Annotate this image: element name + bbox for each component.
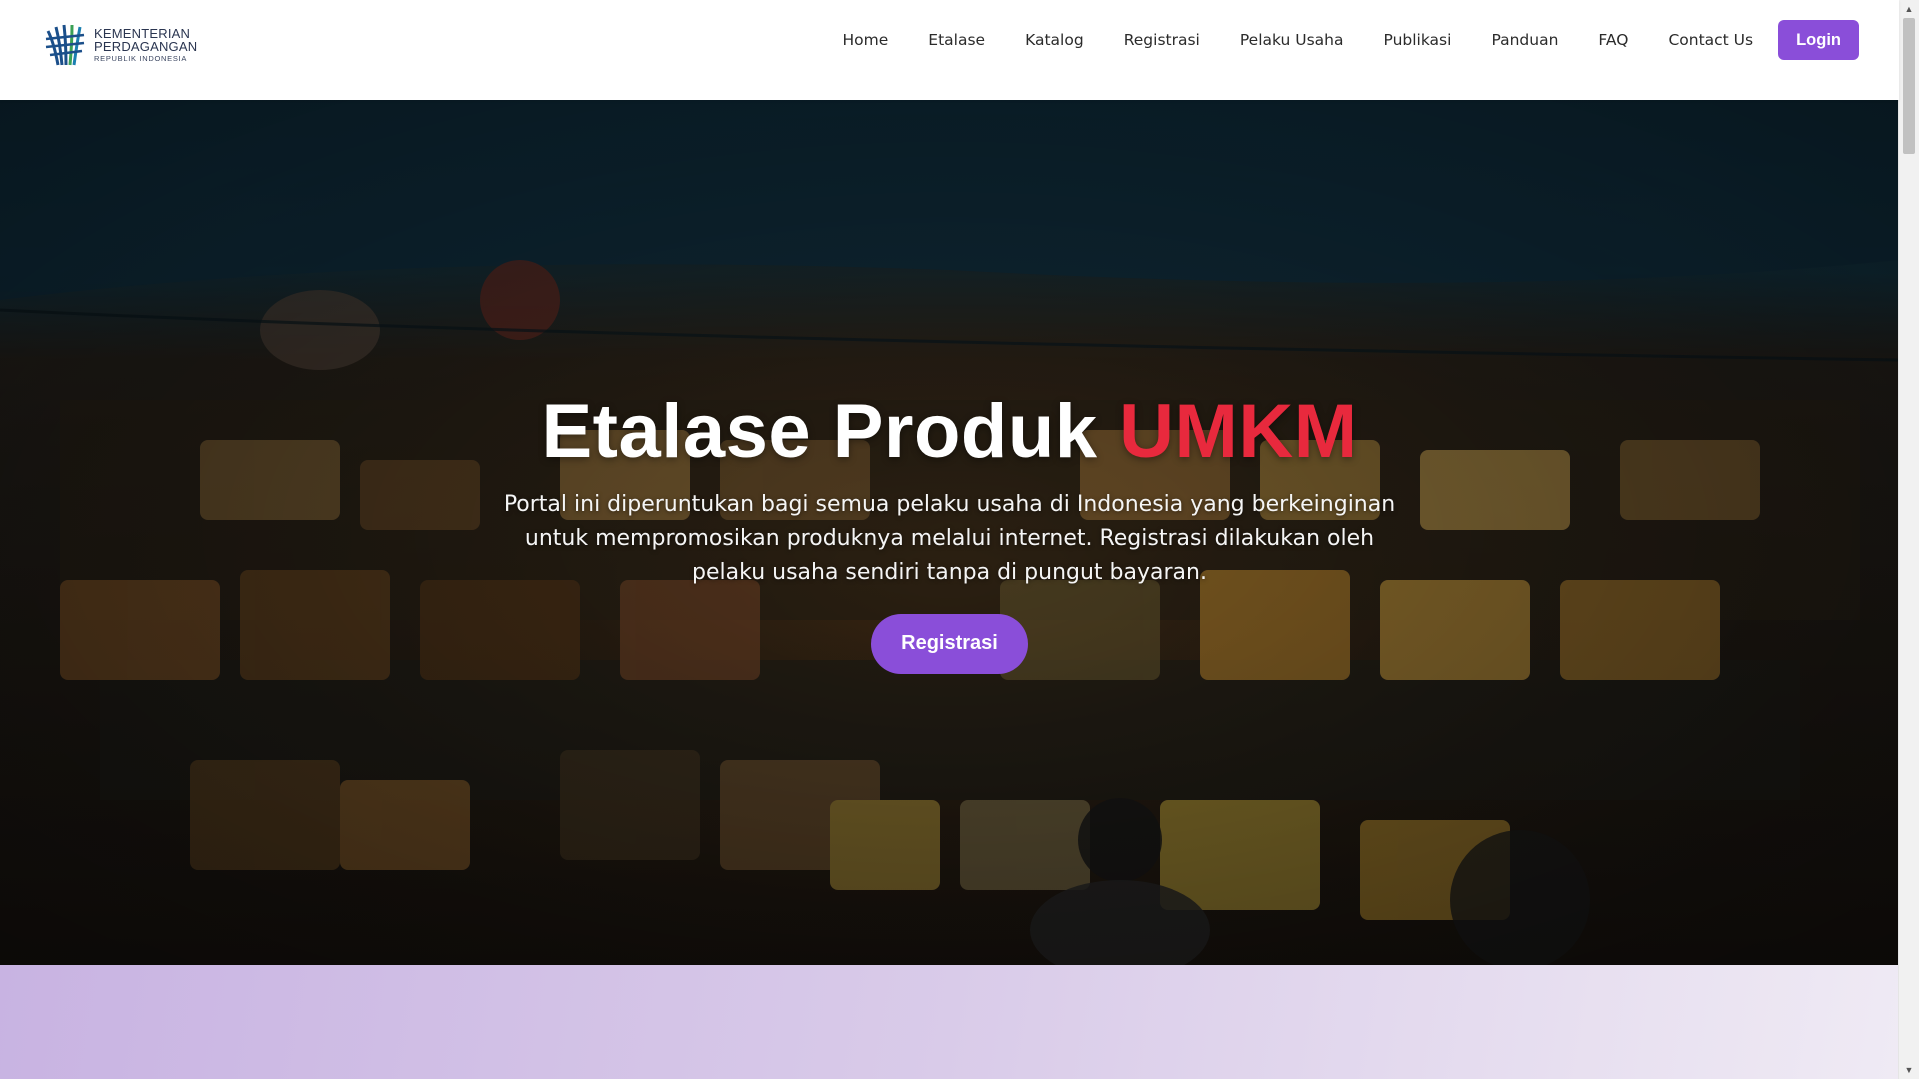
registrasi-cta-button[interactable]: Registrasi [871, 613, 1028, 674]
nav-faq[interactable]: FAQ [1598, 31, 1628, 49]
nav-publikasi[interactable]: Publikasi [1384, 31, 1452, 49]
nav-panduan[interactable]: Panduan [1491, 31, 1558, 49]
nav-registrasi[interactable]: Registrasi [1124, 31, 1200, 49]
scroll-up-arrow-icon[interactable]: ▲ [1899, 2, 1919, 16]
site-header: KEMENTERIAN PERDAGANGAN REPUBLIK INDONES… [0, 0, 1899, 100]
nav-home[interactable]: Home [843, 31, 889, 49]
nav-katalog[interactable]: Katalog [1025, 31, 1084, 49]
ministry-logo[interactable]: KEMENTERIAN PERDAGANGAN REPUBLIK INDONES… [44, 20, 204, 70]
nav-etalase[interactable]: Etalase [928, 31, 985, 49]
hero-title-main: Etalase Produk [541, 389, 1098, 474]
nav-pelaku-usaha[interactable]: Pelaku Usaha [1240, 31, 1344, 49]
logo-text-line2: PERDAGANGAN [94, 39, 198, 55]
scroll-thumb[interactable] [1903, 18, 1915, 154]
login-button[interactable]: Login [1778, 20, 1859, 60]
logo-text-line3: REPUBLIK INDONESIA [94, 54, 188, 64]
main-nav: Home Etalase Katalog Registrasi Pelaku U… [803, 20, 1859, 60]
hero-title: Etalase Produk UMKM [0, 390, 1899, 474]
next-section-band [0, 965, 1899, 1079]
ministry-emblem-icon [45, 24, 85, 66]
scroll-down-arrow-icon[interactable]: ▼ [1899, 1063, 1919, 1077]
hero-description: Portal ini diperuntukan bagi semua pelak… [503, 491, 1396, 585]
hero-content: Etalase Produk UMKM Portal ini diperuntu… [0, 390, 1899, 674]
page-scrollbar[interactable]: ▲ ▼ [1898, 0, 1919, 1079]
hero-section: Etalase Produk UMKM Portal ini diperuntu… [0, 100, 1899, 965]
nav-contact-us[interactable]: Contact Us [1668, 31, 1753, 49]
hero-title-accent: UMKM [1119, 389, 1358, 474]
